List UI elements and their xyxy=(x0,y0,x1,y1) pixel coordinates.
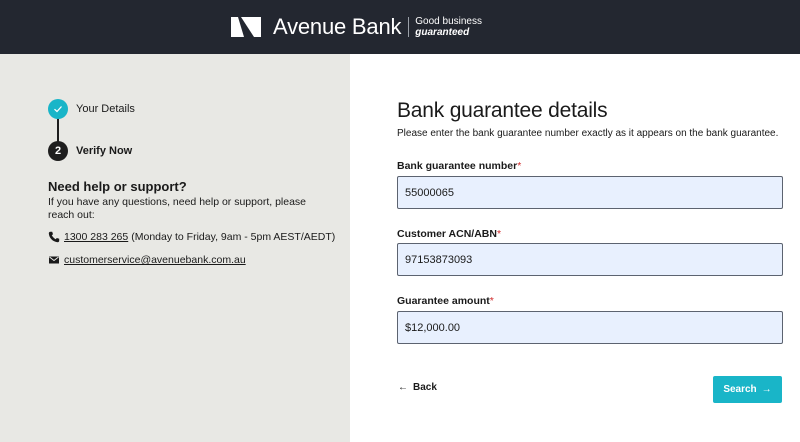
phone-link[interactable]: 1300 283 265 xyxy=(64,231,128,243)
bank-guarantee-number-label-text: Bank guarantee number xyxy=(397,160,518,172)
form-subtitle: Please enter the bank guarantee number e… xyxy=(397,128,779,139)
arrow-left-icon: ← xyxy=(398,382,408,393)
form-title: Bank guarantee details xyxy=(397,99,608,122)
bank-guarantee-number-input[interactable] xyxy=(397,176,783,209)
phone-icon xyxy=(48,231,60,243)
search-button[interactable]: Search → xyxy=(713,376,782,403)
help-text: If you have any questions, need help or … xyxy=(48,196,307,221)
email-link[interactable]: customerservice@avenuebank.com.au xyxy=(64,254,246,266)
contact-phone: 1300 283 265 (Monday to Friday, 9am - 5p… xyxy=(48,231,335,243)
required-asterisk: * xyxy=(489,295,494,307)
brand-name: Avenue Bank xyxy=(273,14,402,39)
guarantee-amount-label: Guarantee amount* xyxy=(397,295,494,307)
back-button[interactable]: ← Back xyxy=(398,382,437,393)
header: Avenue Bank Good business guaranteed xyxy=(0,0,800,54)
tagline-line2: guaranteed xyxy=(415,27,470,38)
brand-tagline: Good business guaranteed xyxy=(415,16,482,38)
avenue-bank-logo-icon xyxy=(231,17,261,37)
guarantee-amount-input[interactable] xyxy=(397,311,783,344)
step-2-indicator: 2 xyxy=(48,141,68,161)
customer-acn-abn-label: Customer ACN/ABN* xyxy=(397,228,501,240)
back-button-label: Back xyxy=(413,382,437,393)
contact-email: customerservice@avenuebank.com.au xyxy=(48,254,246,266)
tagline-line1: Good business xyxy=(415,16,482,27)
guarantee-amount-label-text: Guarantee amount xyxy=(397,295,490,307)
required-asterisk: * xyxy=(517,160,522,172)
arrow-right-icon: → xyxy=(761,384,772,395)
logo-divider xyxy=(408,17,410,37)
step-1-completed-indicator xyxy=(48,99,68,119)
mail-icon xyxy=(49,256,59,264)
step-1-label: Your Details xyxy=(76,103,135,115)
search-button-label: Search xyxy=(723,384,757,395)
required-asterisk: * xyxy=(496,228,502,240)
phone-hours: (Monday to Friday, 9am - 5pm AEST/AEDT) xyxy=(131,231,336,243)
check-icon xyxy=(54,106,62,113)
stepper-connector xyxy=(57,118,59,142)
customer-acn-abn-input[interactable] xyxy=(397,243,783,276)
bank-guarantee-number-label: Bank guarantee number* xyxy=(397,160,521,172)
customer-acn-abn-label-text: Customer ACN/ABN xyxy=(397,228,497,240)
help-title: Need help or support? xyxy=(48,179,187,194)
step-2-label: Verify Now xyxy=(76,145,133,157)
bank-logo[interactable]: Avenue Bank Good business guaranteed xyxy=(231,15,482,39)
